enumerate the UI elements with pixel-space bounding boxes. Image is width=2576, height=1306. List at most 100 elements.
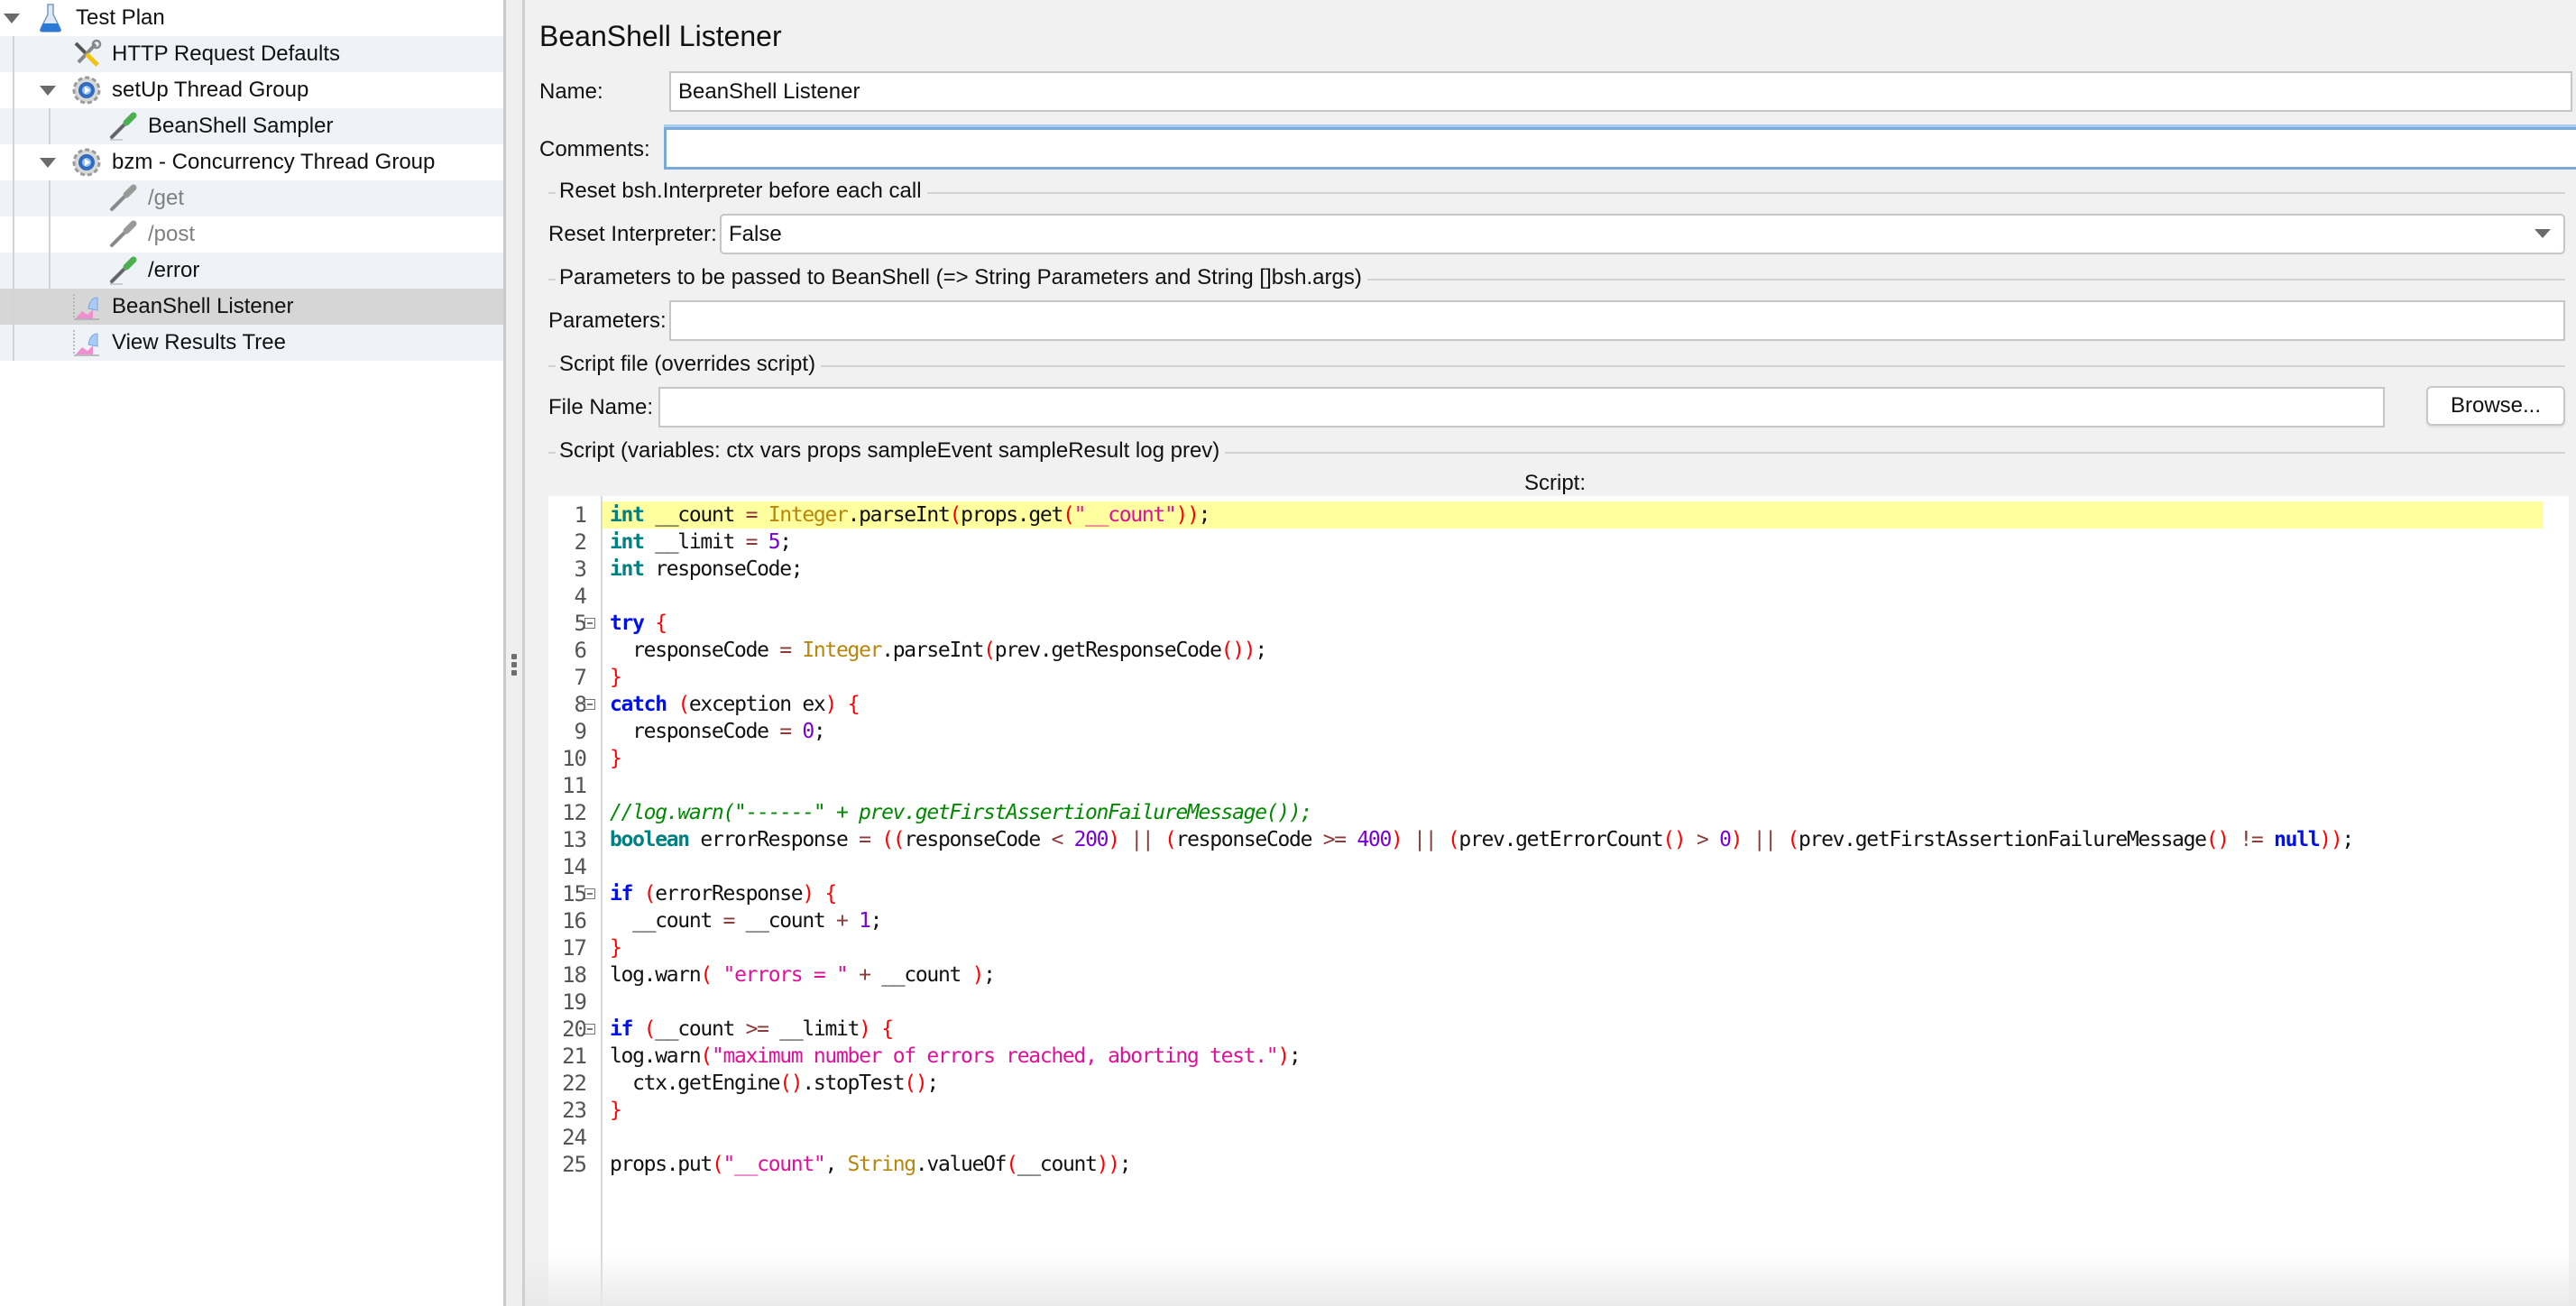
tree-connector-line (49, 180, 51, 289)
splitter-grip-dot (511, 670, 517, 676)
tree-item[interactable]: BeanShell Listener (0, 289, 503, 325)
chevron-down-icon (2535, 229, 2551, 238)
code-line[interactable]: log.warn("maximum number of errors reach… (603, 1043, 2569, 1070)
line-number-gutter: 1 2 3 4 5 6 7 8 9 10 11 12 13 14 15 16 17 18 19 20 21 22 23 24 2… (548, 496, 603, 1306)
code-line[interactable]: if (errorResponse) { (603, 880, 2569, 907)
code-line[interactable]: //log.warn("------" + prev.getFirstAsser… (603, 799, 2569, 826)
fold-collapse-icon[interactable] (584, 618, 595, 629)
code-line[interactable] (603, 853, 2569, 880)
tree-item-label: BeanShell Listener (112, 294, 294, 318)
tree-item[interactable]: BeanShell Sampler (0, 108, 503, 144)
line-number: 8 (574, 692, 587, 717)
line-number: 15 (562, 881, 587, 906)
name-input[interactable]: BeanShell Listener (669, 71, 2572, 112)
script-editor[interactable]: 1 2 3 4 5 6 7 8 9 10 11 12 13 14 15 16 17 18 19 20 21 22 23 24 2… (548, 496, 2569, 1306)
code-line[interactable]: try { (603, 610, 2569, 637)
tree-item[interactable]: /error (0, 253, 503, 289)
fold-collapse-icon[interactable] (584, 888, 595, 899)
parameters-input[interactable] (669, 300, 2565, 341)
tree-item[interactable]: setUp Thread Group (0, 72, 503, 108)
code-line[interactable] (603, 772, 2569, 799)
code-line[interactable]: } (603, 745, 2569, 772)
script-label: Script: (1524, 471, 1587, 495)
code-line[interactable] (603, 1124, 2569, 1151)
file-name-label: File Name: (548, 395, 654, 419)
script-file-section: Script file (overrides script) (548, 352, 2565, 377)
line-number: 20 (562, 1016, 587, 1042)
expand-toggle-icon[interactable] (4, 14, 20, 23)
pipette-disabled-icon (106, 218, 139, 251)
code-line[interactable]: responseCode = 0; (603, 718, 2569, 745)
code-line[interactable]: log.warn( "errors = " + __count ); (603, 961, 2569, 989)
test-plan-tree[interactable]: Test Plan HTTP Request Defaults setUp Thre… (0, 0, 506, 1306)
code-line[interactable] (603, 583, 2569, 610)
listener-graph-icon (70, 290, 103, 323)
line-number: 11 (562, 773, 587, 798)
reset-section-title: Reset bsh.Interpreter before each call (556, 179, 927, 204)
code-line[interactable]: int __limit = 5; (603, 529, 2569, 556)
code-line[interactable]: } (603, 934, 2569, 961)
tree-item[interactable]: View Results Tree (0, 325, 503, 361)
pane-splitter[interactable] (506, 0, 525, 1306)
pipette-icon (106, 254, 139, 287)
gear-icon (70, 146, 103, 179)
code-line[interactable]: catch (exception ex) { (603, 691, 2569, 718)
flask-icon (34, 2, 67, 34)
expand-toggle-icon[interactable] (40, 86, 56, 96)
pipette-disabled-icon (106, 182, 139, 215)
line-number: 18 (562, 962, 587, 988)
parameters-section: Parameters to be passed to BeanShell (=>… (548, 265, 2565, 290)
name-input-value: BeanShell Listener (678, 78, 860, 104)
line-number: 25 (562, 1152, 587, 1177)
code-line[interactable]: props.put("__count", String.valueOf(__co… (603, 1151, 2569, 1178)
line-number: 12 (562, 800, 587, 825)
tree-item-label: /error (148, 258, 200, 282)
panel-title: BeanShell Listener (539, 20, 782, 52)
code-line[interactable]: int __count = Integer.parseInt(props.get… (603, 501, 2544, 529)
file-name-input[interactable] (658, 387, 2385, 428)
code-line[interactable]: __count = __count + 1; (603, 907, 2569, 934)
reset-section: Reset bsh.Interpreter before each call (548, 179, 2565, 204)
tree-item-label: bzm - Concurrency Thread Group (112, 150, 436, 174)
comments-input[interactable] (664, 127, 2576, 170)
fold-collapse-icon[interactable] (584, 1024, 595, 1035)
code-line[interactable]: if (__count >= __limit) { (603, 1016, 2569, 1043)
browse-button[interactable]: Browse... (2426, 386, 2565, 426)
code-line[interactable]: ctx.getEngine().stopTest(); (603, 1070, 2569, 1097)
reset-interpreter-select[interactable]: False (720, 214, 2565, 254)
tree-connector-line (13, 36, 14, 361)
tree-item-label: Test Plan (76, 5, 165, 30)
tree-item[interactable]: /get (0, 180, 503, 216)
tree-connector-line (49, 108, 51, 144)
tree-item[interactable]: /post (0, 216, 503, 253)
tree-item[interactable]: HTTP Request Defaults (0, 36, 503, 72)
tree-item-label: setUp Thread Group (112, 78, 309, 102)
splitter-grip-dot (511, 654, 517, 659)
code-line[interactable]: } (603, 1097, 2569, 1124)
splitter-grip-dot (511, 662, 517, 667)
tree-item[interactable]: bzm - Concurrency Thread Group (0, 144, 503, 180)
expand-toggle-icon[interactable] (40, 158, 56, 168)
line-number: 1 (574, 502, 587, 528)
script-file-section-title: Script file (overrides script) (556, 352, 822, 377)
code-line[interactable]: int responseCode; (603, 556, 2569, 583)
tree-item-label: /post (148, 222, 196, 246)
script-section: Script (variables: ctx vars props sample… (548, 438, 2565, 464)
fold-collapse-icon[interactable] (584, 699, 595, 710)
code-line[interactable]: } (603, 664, 2569, 691)
reset-interpreter-value: False (729, 221, 782, 246)
line-number: 13 (562, 827, 587, 852)
code-line[interactable] (603, 989, 2569, 1016)
line-number: 22 (562, 1071, 587, 1096)
code-line[interactable]: responseCode = Integer.parseInt(prev.get… (603, 637, 2569, 664)
code-line[interactable]: boolean errorResponse = ((responseCode <… (603, 826, 2569, 853)
tree-item-label: BeanShell Sampler (148, 114, 334, 138)
line-number: 10 (562, 746, 587, 771)
gear-icon (70, 74, 103, 106)
tree-item[interactable]: Test Plan (0, 0, 503, 36)
line-number: 9 (574, 719, 587, 744)
line-number: 5 (574, 611, 587, 636)
line-number: 19 (562, 989, 587, 1015)
comments-label: Comments: (539, 137, 650, 161)
parameters-label: Parameters: (548, 308, 667, 333)
